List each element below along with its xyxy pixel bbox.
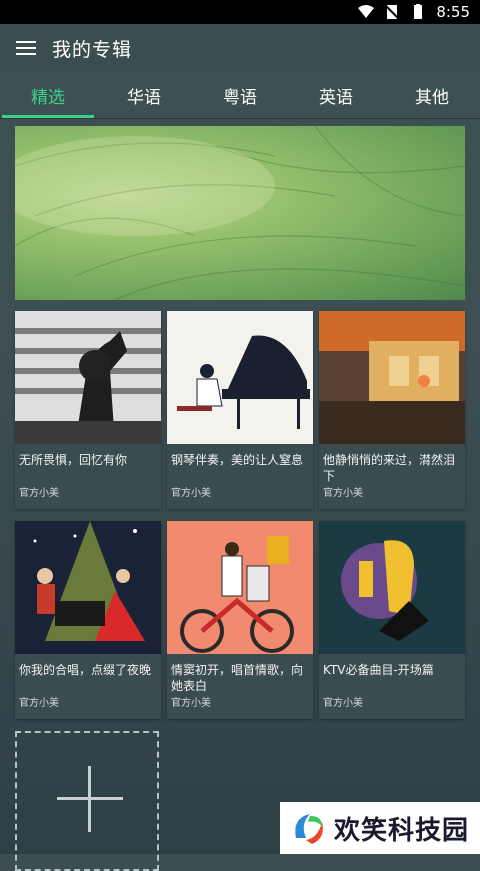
hamburger-menu-icon[interactable] [0, 40, 52, 56]
album-author: 官方小美 [19, 488, 59, 499]
feather-banner-image [15, 126, 465, 300]
album-title: 你我的合唱，点缀了夜晚 [19, 663, 152, 677]
tab-other[interactable]: 其他 [384, 72, 480, 118]
page-title: 我的专辑 [52, 38, 133, 61]
album-card[interactable]: 无所畏惧，回忆有你 官方小美 [15, 311, 161, 509]
album-cover-image [167, 311, 313, 444]
featured-banner[interactable] [15, 126, 465, 300]
category-tabs: 精选 华语 粤语 英语 其他 [0, 72, 480, 119]
album-cover-image [167, 521, 313, 654]
watermark-logo: 欢笑科技园 [280, 802, 480, 854]
watermark-text: 欢笑科技园 [334, 815, 470, 846]
album-title: KTV必备曲目-开场篇 [323, 663, 434, 677]
wifi-icon [358, 5, 375, 18]
brand-logo-icon [295, 814, 323, 844]
album-title: 无所畏惧，回忆有你 [19, 453, 128, 467]
status-time: 8:55 [436, 3, 470, 21]
album-card[interactable]: 你我的合唱，点缀了夜晚 官方小美 [15, 521, 161, 719]
battery-icon [414, 4, 423, 19]
status-bar: 8:55 [0, 0, 480, 24]
add-album-button[interactable] [15, 731, 159, 871]
album-cover-image [319, 311, 465, 444]
album-card[interactable]: 钢琴伴奏，美的让人窒息 官方小美 [167, 311, 313, 509]
tab-english[interactable]: 英语 [288, 72, 384, 118]
album-author: 官方小美 [323, 488, 363, 499]
album-card[interactable]: 情窦初开，唱首情歌，向她表白 官方小美 [167, 521, 313, 719]
album-author: 官方小美 [19, 698, 59, 709]
album-author: 官方小美 [323, 698, 363, 709]
album-cover-image [319, 521, 465, 654]
album-title: 钢琴伴奏，美的让人窒息 [171, 453, 304, 467]
album-author: 官方小美 [171, 488, 211, 499]
album-author: 官方小美 [171, 698, 211, 709]
album-cover-image [15, 311, 161, 444]
app-toolbar: 我的专辑 [0, 24, 480, 72]
album-title: 情窦初开，唱首情歌，向她表白 [171, 663, 304, 693]
no-sim-icon [384, 4, 401, 20]
album-card[interactable]: 他静悄悄的来过，潸然泪下 官方小美 [319, 311, 465, 509]
album-cover-image [15, 521, 161, 654]
tab-chinese[interactable]: 华语 [96, 72, 192, 118]
tab-featured[interactable]: 精选 [0, 72, 96, 118]
album-title: 他静悄悄的来过，潸然泪下 [323, 453, 456, 483]
album-card[interactable]: KTV必备曲目-开场篇 官方小美 [319, 521, 465, 719]
tab-cantonese[interactable]: 粤语 [192, 72, 288, 118]
